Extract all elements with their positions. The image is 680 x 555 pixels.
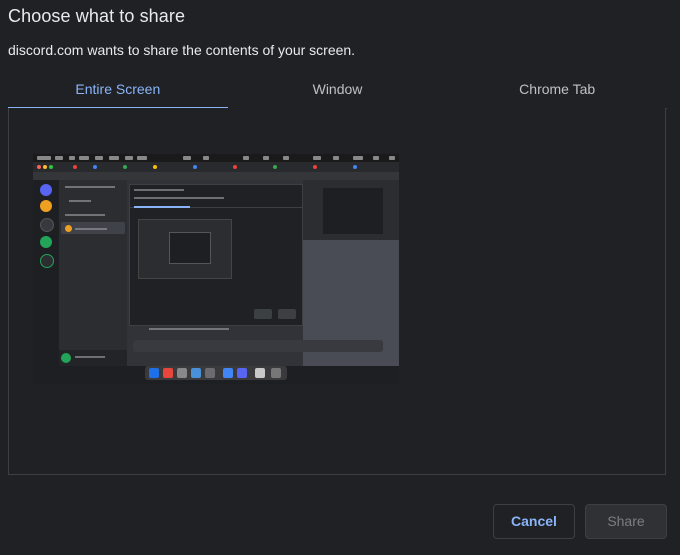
thumbnail-panel [323,188,383,234]
thumbnail-discord-channels [59,180,127,366]
thumbnail-discord-servers [33,180,59,366]
thumbnail-message-box [133,340,383,352]
tab-chrome-tab[interactable]: Chrome Tab [447,74,667,108]
thumbnail-user-bar [59,350,127,366]
share-button[interactable]: Share [585,504,667,539]
thumbnail-address-bar [33,172,399,180]
thumbnail-menubar [33,154,399,162]
screen-thumbnail[interactable] [33,154,399,384]
dialog-title: Choose what to share [8,6,186,26]
thumbnail-share-dialog [129,184,303,326]
dialog-subtitle: discord.com wants to share the contents … [8,42,356,58]
tab-window[interactable]: Window [228,74,448,108]
source-tabs: Entire Screen Window Chrome Tab [8,74,667,109]
thumbnail-dock [145,366,287,380]
source-panel [8,108,666,475]
tab-entire-screen[interactable]: Entire Screen [8,74,228,109]
cancel-button[interactable]: Cancel [493,504,575,539]
thumbnail-browser-tabs [33,162,399,172]
